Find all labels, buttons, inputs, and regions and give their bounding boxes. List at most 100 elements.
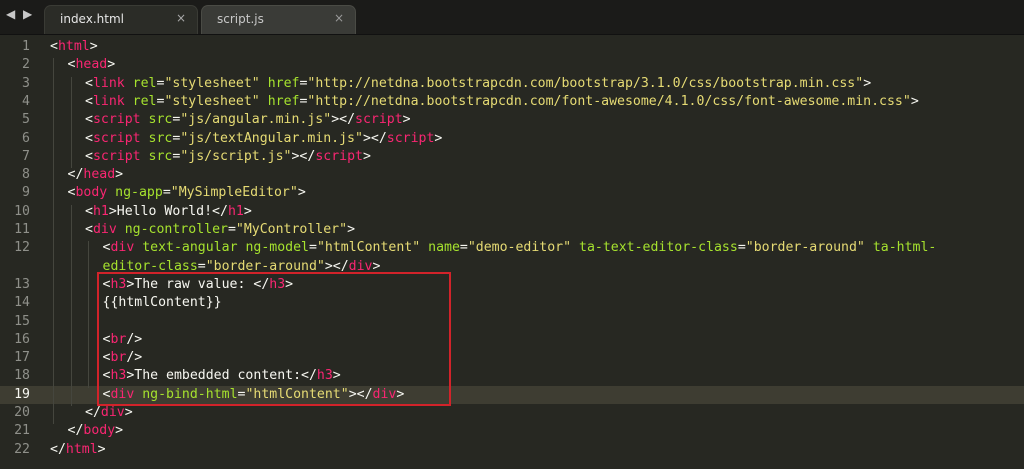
- code-token: link: [92, 75, 125, 91]
- code-text: <link rel="stylesheet" href="http://netd…: [85, 75, 871, 93]
- tab-close-icon[interactable]: ×: [176, 11, 186, 25]
- code-token: "js/angular.min.js": [180, 112, 332, 128]
- code-line[interactable]: 12 <div text-angular ng-model="htmlConten…: [0, 239, 1024, 257]
- code-token: "js/script.js": [180, 148, 292, 164]
- code-token: rel: [132, 75, 157, 91]
- tab-script-js[interactable]: script.js ×: [201, 5, 356, 34]
- code-token: =: [459, 240, 468, 256]
- line-number: 5: [22, 112, 30, 128]
- line-number: 13: [14, 276, 30, 292]
- code-line[interactable]: 21 </body>: [0, 422, 1024, 440]
- code-token: script: [92, 130, 141, 146]
- tab-close-icon[interactable]: ×: [334, 11, 344, 25]
- code-token: src: [148, 148, 173, 164]
- code-token: h1: [92, 203, 109, 219]
- code-token: body: [83, 423, 116, 439]
- line-number: 16: [14, 331, 30, 347]
- line-number: 10: [14, 203, 30, 219]
- code-token: script: [92, 148, 141, 164]
- code-token: >: [434, 130, 443, 146]
- code-token: "stylesheet": [164, 93, 260, 109]
- code-line[interactable]: 10 <h1>Hello World!</h1>: [0, 203, 1024, 221]
- code-line[interactable]: 2 <head>: [0, 56, 1024, 74]
- code-token: "htmlContent": [316, 240, 421, 256]
- tab-index-html[interactable]: index.html ×: [44, 5, 198, 34]
- code-line[interactable]: 7 <script src="js/script.js"></script>: [0, 148, 1024, 166]
- code-text: <h1>Hello World!</h1>: [85, 203, 252, 221]
- code-token: ta-html-: [872, 240, 937, 256]
- code-token: </: [85, 405, 101, 420]
- code-token: html: [65, 441, 98, 457]
- tab-nav-arrows-icon[interactable]: ◀ ▶: [6, 7, 34, 21]
- code-line[interactable]: 3 <link rel="stylesheet" href="http://net…: [0, 75, 1024, 93]
- indent-guide: [70, 204, 72, 406]
- code-token: name: [428, 240, 460, 256]
- code-text: <link rel="stylesheet" href="http://netd…: [85, 93, 919, 111]
- code-line[interactable]: 5 <script src="js/angular.min.js"></scrip…: [0, 111, 1024, 129]
- line-number: 12: [14, 240, 30, 256]
- code-token: src: [148, 130, 173, 146]
- code-token: div: [92, 222, 117, 237]
- line-number: 6: [22, 130, 30, 146]
- code-token: script: [92, 112, 141, 128]
- code-token: =: [737, 240, 746, 256]
- code-token: >: [107, 57, 116, 73]
- code-line[interactable]: 20 </div>: [0, 404, 1024, 422]
- line-number: 3: [22, 75, 30, 91]
- code-token: div: [100, 405, 125, 420]
- code-text: <script src="js/angular.min.js"></script…: [85, 111, 411, 129]
- code-token: html: [57, 39, 90, 54]
- code-token: <: [85, 93, 93, 109]
- code-token: <: [85, 75, 93, 91]
- code-token: href: [267, 75, 300, 91]
- code-token: src: [148, 112, 173, 128]
- line-number: 14: [14, 295, 30, 311]
- code-token: >: [124, 405, 133, 420]
- code-token: <: [85, 203, 93, 219]
- tab-label: index.html: [60, 12, 124, 26]
- code-token: script: [386, 130, 435, 146]
- line-number: 21: [14, 423, 30, 439]
- code-line[interactable]: 22 </html>: [0, 441, 1024, 459]
- code-line[interactable]: 9 <body ng-app="MySimpleEditor">: [0, 184, 1024, 202]
- code-line[interactable]: 11 <div ng-controller="MyController">: [0, 221, 1024, 239]
- line-number: 18: [14, 368, 30, 384]
- indent-guide: [88, 241, 89, 388]
- code-token: head: [75, 57, 108, 73]
- line-number: 22: [14, 441, 30, 457]
- code-line[interactable]: 8 </head>: [0, 166, 1024, 184]
- line-number: 1: [22, 39, 30, 54]
- code-line[interactable]: 1 <html>: [0, 38, 1024, 56]
- code-line[interactable]: 4 <link rel="stylesheet" href="http://net…: [0, 93, 1024, 111]
- code-token: "border-around": [745, 240, 865, 256]
- code-token: >: [402, 112, 411, 128]
- code-token: "stylesheet": [164, 75, 260, 91]
- line-number: 11: [14, 222, 30, 237]
- code-token: >: [910, 93, 919, 109]
- code-token: "http://netdna.bootstrapcdn.com/font-awe…: [307, 93, 911, 109]
- code-token: <: [85, 148, 93, 164]
- code-token: script: [355, 112, 403, 128]
- code-token: script: [315, 148, 363, 164]
- code-token: ng-model: [245, 240, 309, 256]
- line-number: 17: [14, 350, 30, 366]
- code-text: <script src="js/script.js"></script>: [85, 148, 371, 166]
- line-number: 15: [14, 313, 30, 329]
- code-token: </: [67, 423, 84, 439]
- code-token: h1: [227, 203, 244, 219]
- code-token: >: [115, 423, 124, 439]
- code-text: </html>: [50, 441, 106, 459]
- code-line[interactable]: 6 <script src="js/textAngular.min.js"></s…: [0, 130, 1024, 148]
- code-token: >: [863, 75, 872, 91]
- code-token: =: [162, 185, 171, 201]
- line-number: 9: [22, 185, 30, 201]
- code-token: </: [50, 441, 66, 457]
